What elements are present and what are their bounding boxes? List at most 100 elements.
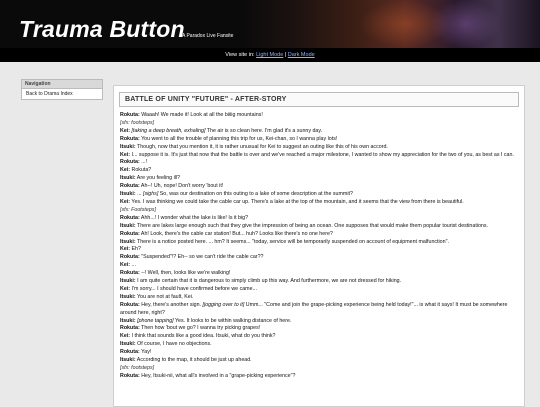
transcript-line: Kei: [taking a deep breath, exhaling] Th… (120, 128, 518, 136)
dialogue-text: ... (131, 262, 136, 269)
stage-direction: [sighs] (142, 191, 159, 198)
dialogue-text: Ahh...! I wonder what the lake is like! … (140, 214, 249, 221)
dialogue-text: Are you feeling ill? (136, 175, 181, 182)
dialogue-text: You are not at fault, Kei. (137, 293, 194, 300)
speaker-name: Kei: (120, 262, 131, 269)
site-banner: Trauma Button A Paradox Live Fansite (0, 0, 540, 48)
transcript-line: Itsuki: I am quite certain that it is da… (120, 278, 518, 286)
dialogue-text: ...! (141, 159, 148, 166)
transcript-line: Rokuta: Ah--! Uh, nope! Don't worry 'bou… (120, 183, 518, 191)
transcript: Rokuta: Waaah! We made it! Look at all t… (114, 112, 524, 381)
transcript-line: Rokuta: Ah! Look, there's the cable car … (120, 231, 518, 239)
transcript-line: Rokuta: Hey, Itsuki-nii, what all's invo… (120, 373, 518, 381)
transcript-line: Kei: I'm sorry... I should have confirme… (120, 286, 518, 294)
transcript-line: Itsuki: Though, now that you mention it,… (120, 144, 518, 152)
transcript-line: Rokuta: Waaah! We made it! Look at all t… (120, 112, 518, 120)
transcript-line: Itsuki: ... [sighs] So, was our destinat… (120, 191, 518, 199)
transcript-line: Rokuta: Yay! (120, 349, 518, 357)
transcript-line: Kei: Yes. I was thinking we could take t… (120, 199, 518, 207)
speaker-name: Kei: (120, 127, 131, 134)
speaker-name: Rokuta: (120, 112, 140, 118)
dark-mode-link[interactable]: Dark Mode (288, 52, 315, 58)
transcript-line: Rokuta: "Suspended"!? Eh-- so we can't r… (120, 254, 518, 262)
banner-artwork (240, 0, 540, 48)
dialogue-text: You went to all the trouble of planning … (141, 135, 338, 142)
transcript-line: Itsuki: There are lakes large enough suc… (120, 223, 518, 231)
dialogue-text: Ah! Look, there's the cable car station!… (140, 230, 333, 237)
view-mode-separator: | (284, 52, 287, 58)
dialogue-text: "Suspended"!? Eh-- so we can't ride the … (141, 254, 264, 261)
speaker-name: Rokuta: (120, 214, 140, 221)
transcript-line: Kei: Rokuta? (120, 167, 518, 175)
transcript-line: [sfx: Footsteps] (120, 207, 518, 215)
transcript-line: Itsuki: Are you feeling ill? (120, 175, 518, 183)
stage-direction: [phone tapping] (137, 317, 174, 324)
speaker-name: Rokuta: (120, 301, 140, 308)
transcript-line: Kei: ... (120, 262, 518, 270)
speaker-name: Itsuki: (120, 341, 136, 348)
transcript-line: Rokuta: You went to all the trouble of p… (120, 136, 518, 144)
back-to-drama-index-link[interactable]: Back to Drama Index (21, 89, 103, 100)
navigation-title: Navigation (21, 79, 103, 89)
transcript-line: Rokuta: Ahh...! I wonder what the lake i… (120, 215, 518, 223)
light-mode-link[interactable]: Light Mode (256, 52, 283, 58)
transcript-line: Rokuta: Then how 'bout we go? I wanna tr… (120, 325, 518, 333)
transcript-line: Itsuki: You are not at fault, Kei. (120, 294, 518, 302)
sfx-note: [sfx: footsteps] (120, 365, 155, 371)
speaker-name: Kei: (120, 246, 131, 253)
speaker-name: Rokuta: (120, 159, 140, 166)
dialogue-text: Yay! (141, 349, 152, 356)
page-title: BATTLE OF UNITY "FUTURE" - AFTER-STORY (119, 92, 519, 107)
dialogue-text: Eh? (131, 246, 141, 253)
dialogue-text: Then how 'bout we go? I wanna try pickin… (141, 325, 261, 332)
transcript-line: Itsuki: Of course, I have no objections. (120, 341, 518, 349)
transcript-line: Itsuki: [phone tapping] Yes. It looks to… (120, 318, 518, 326)
dialogue-text: Ah--! Uh, nope! Don't worry 'bout it! (140, 183, 224, 190)
speaker-name: Itsuki: (120, 238, 136, 245)
dialogue-text: There is a notice posted here. ... hm? I… (137, 238, 449, 245)
sfx-note: [sfx: Footsteps] (120, 206, 156, 213)
speaker-name: Kei: (120, 167, 131, 174)
dialogue-text: Rokuta? (131, 167, 152, 174)
speaker-name: Itsuki: (120, 278, 136, 285)
dialogue-text: Waaah! We made it! Look at all the biiii… (141, 112, 263, 118)
speaker-name: Rokuta: (120, 135, 140, 142)
speaker-name: Kei: (120, 151, 131, 158)
transcript-line: Kei: I... suppose it is. It's just that … (120, 152, 518, 160)
speaker-name: Itsuki: (120, 191, 136, 198)
speaker-name: Rokuta: (120, 254, 140, 261)
speaker-name: Rokuta: (120, 372, 140, 379)
transcript-line: Kei: I think that sounds like a good ide… (120, 333, 518, 341)
view-mode-bar: View site in: Light Mode | Dark Mode (0, 48, 540, 62)
dialogue-text: Of course, I have no objections. (137, 341, 212, 348)
main-content: BATTLE OF UNITY "FUTURE" - AFTER-STORY R… (113, 85, 525, 407)
speaker-name: Kei: (120, 285, 131, 292)
dialogue-text: The air is so clean here. I'm glad it's … (205, 127, 323, 134)
speaker-name: Rokuta: (120, 270, 140, 277)
speaker-name: Itsuki: (120, 357, 136, 364)
speaker-name: Kei: (120, 333, 131, 340)
speaker-name: Itsuki: (120, 175, 136, 182)
dialogue-text: I... suppose it is. It's just that now t… (131, 151, 514, 158)
transcript-line: Itsuki: According to the map, it should … (120, 357, 518, 365)
stage-direction: [jogging over to it] (202, 301, 245, 308)
navigation-panel: Navigation Back to Drama Index (21, 79, 103, 100)
site-title[interactable]: Trauma Button (19, 16, 185, 43)
dialogue-text: --! Well, then, looks like we're walking… (141, 270, 231, 277)
speaker-name: Itsuki: (120, 293, 136, 300)
sfx-note: [sfx: footsteps] (120, 119, 155, 126)
speaker-name: Kei: (120, 198, 131, 205)
dialogue-text: According to the map, it should be just … (136, 357, 252, 364)
dialogue-text: There are lakes large enough such that t… (137, 222, 488, 229)
dialogue-text: I am quite certain that it is dangerous … (137, 278, 402, 285)
speaker-name: Rokuta: (120, 183, 140, 190)
speaker-name: Rokuta: (120, 325, 140, 332)
dialogue-text: Hey, there's another sign. (141, 301, 203, 308)
speaker-name: Rokuta: (120, 349, 140, 356)
stage-direction: [taking a deep breath, exhaling] (131, 127, 206, 134)
transcript-line: Rokuta: Hey, there's another sign. [jogg… (120, 302, 518, 318)
speaker-name: Itsuki: (120, 317, 136, 324)
dialogue-text: I think that sounds like a good idea. It… (131, 333, 276, 340)
dialogue-text: Yes. I was thinking we could take the ca… (131, 198, 464, 205)
dialogue-text: Though, now that you mention it, it is r… (137, 143, 388, 150)
